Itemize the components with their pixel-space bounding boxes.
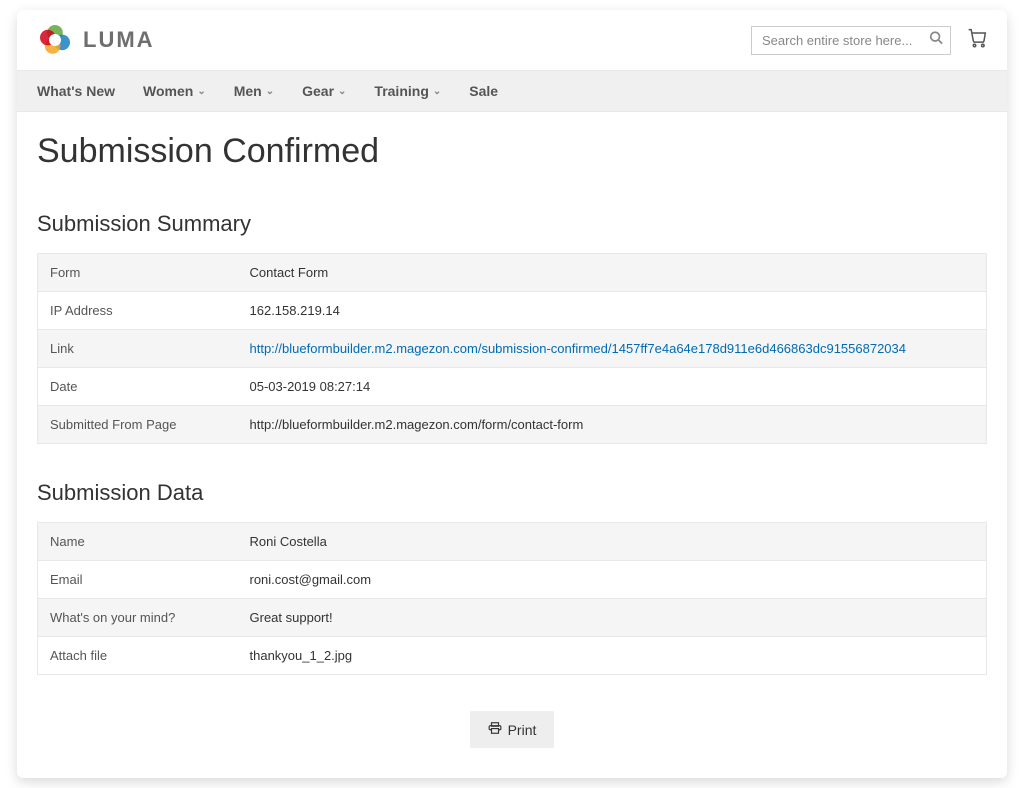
nav-item-label: Women: [143, 83, 193, 99]
data-title: Submission Data: [37, 480, 987, 506]
chevron-down-icon: ⌄: [338, 86, 346, 97]
nav-bar: What's New Women ⌄ Men ⌄ Gear ⌄ Training ⌄ Sale: [17, 70, 1007, 112]
row-value: Contact Form: [238, 254, 987, 292]
main-content: Submission Confirmed Submission Summary …: [17, 112, 1007, 758]
row-value: Great support!: [238, 599, 987, 637]
data-table: NameRoni CostellaEmailroni.cost@gmail.co…: [37, 522, 987, 675]
print-area: Print: [37, 711, 987, 748]
nav-item-training[interactable]: Training ⌄: [374, 71, 441, 111]
nav-item-label: Training: [374, 83, 428, 99]
table-row: FormContact Form: [38, 254, 987, 292]
row-label: Form: [38, 254, 238, 292]
table-row: What's on your mind?Great support!: [38, 599, 987, 637]
nav-item-what-s-new[interactable]: What's New: [37, 71, 115, 111]
nav-item-sale[interactable]: Sale: [469, 71, 498, 111]
logo-text: LUMA: [83, 27, 155, 53]
row-value: thankyou_1_2.jpg: [238, 637, 987, 675]
summary-table: FormContact FormIP Address162.158.219.14…: [37, 253, 987, 444]
cart-icon[interactable]: [967, 28, 987, 53]
nav-item-label: What's New: [37, 83, 115, 99]
print-label: Print: [508, 722, 537, 738]
row-label: IP Address: [38, 292, 238, 330]
nav-item-label: Men: [234, 83, 262, 99]
chevron-down-icon: ⌄: [433, 86, 441, 97]
print-icon: [488, 721, 502, 738]
table-row: Submitted From Pagehttp://blueformbuilde…: [38, 406, 987, 444]
row-value: roni.cost@gmail.com: [238, 561, 987, 599]
chevron-down-icon: ⌄: [266, 86, 274, 97]
row-value: http://blueformbuilder.m2.magezon.com/su…: [238, 330, 987, 368]
table-row: Emailroni.cost@gmail.com: [38, 561, 987, 599]
row-label: Email: [38, 561, 238, 599]
nav-item-men[interactable]: Men ⌄: [234, 71, 274, 111]
row-label: What's on your mind?: [38, 599, 238, 637]
nav-item-label: Sale: [469, 83, 498, 99]
submission-link[interactable]: http://blueformbuilder.m2.magezon.com/su…: [250, 341, 907, 356]
row-label: Date: [38, 368, 238, 406]
table-row: Attach filethankyou_1_2.jpg: [38, 637, 987, 675]
table-row: NameRoni Costella: [38, 523, 987, 561]
search-input[interactable]: [751, 26, 951, 55]
row-label: Attach file: [38, 637, 238, 675]
page-wrapper: LUMA What's NewWomen⌄M: [17, 10, 1007, 778]
row-value: Roni Costella: [238, 523, 987, 561]
chevron-down-icon: ⌄: [197, 86, 205, 97]
page-title: Submission Confirmed: [37, 132, 987, 171]
row-label: Link: [38, 330, 238, 368]
print-button[interactable]: Print: [470, 711, 555, 748]
table-row: Link http://blueformbuilder.m2.magezon.co…: [38, 330, 987, 368]
row-value: http://blueformbuilder.m2.magezon.com/fo…: [238, 406, 987, 444]
nav-item-label: Gear: [302, 83, 334, 99]
row-label: Submitted From Page: [38, 406, 238, 444]
nav-item-women[interactable]: Women ⌄: [143, 71, 206, 111]
luma-logo-icon: [37, 22, 73, 58]
header: LUMA: [17, 10, 1007, 70]
nav-item-gear[interactable]: Gear ⌄: [302, 71, 346, 111]
search-box: [751, 26, 951, 55]
row-label: Name: [38, 523, 238, 561]
header-right: [751, 26, 987, 55]
row-value: 05-03-2019 08:27:14: [238, 368, 987, 406]
row-value: 162.158.219.14: [238, 292, 987, 330]
table-row: Date05-03-2019 08:27:14: [38, 368, 987, 406]
table-row: IP Address162.158.219.14: [38, 292, 987, 330]
logo[interactable]: LUMA: [37, 22, 155, 58]
summary-title: Submission Summary: [37, 211, 987, 237]
search-icon[interactable]: [929, 31, 943, 50]
